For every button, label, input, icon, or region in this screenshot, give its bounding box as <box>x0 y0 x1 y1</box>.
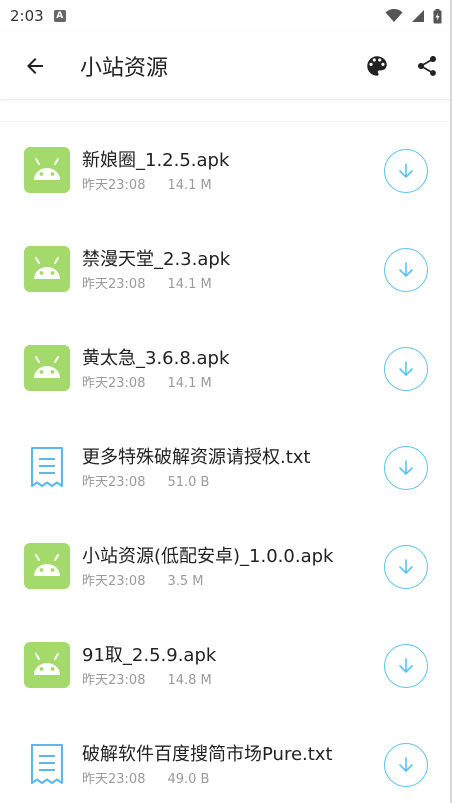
file-time: 昨天23:08 <box>82 376 146 391</box>
app-bar: 小站资源 <box>0 32 452 100</box>
wifi-icon <box>385 9 403 22</box>
text-file-icon <box>24 741 70 787</box>
download-arrow-icon <box>399 163 413 178</box>
download-button[interactable] <box>384 446 428 490</box>
download-button[interactable] <box>384 545 428 589</box>
file-meta: 昨天23:08 14.1 M <box>82 174 212 193</box>
file-time: 昨天23:08 <box>82 178 146 193</box>
download-arrow-icon <box>399 757 413 772</box>
download-button[interactable] <box>384 149 428 193</box>
file-name: 破解软件百度搜简市场Pure.txt <box>82 744 333 765</box>
download-button[interactable] <box>384 347 428 391</box>
file-size: 14.1 M <box>167 376 212 391</box>
file-size: 14.8 M <box>167 673 212 688</box>
download-button[interactable] <box>384 248 428 292</box>
download-arrow-icon <box>399 658 413 673</box>
page-title: 小站资源 <box>80 55 169 81</box>
file-meta: 昨天23:08 49.0 B <box>82 768 209 787</box>
list-item[interactable]: 禁漫天堂_2.3.apk 昨天23:08 14.1 M <box>0 221 452 320</box>
file-name: 91取_2.5.9.apk <box>82 645 217 666</box>
download-arrow-icon <box>399 460 413 475</box>
file-size: 51.0 B <box>167 475 210 490</box>
file-time: 昨天23:08 <box>82 277 146 292</box>
share-icon <box>418 55 436 76</box>
back-button[interactable] <box>0 32 70 100</box>
app-bar-actions <box>352 32 452 100</box>
theme-button[interactable] <box>352 32 402 100</box>
file-meta: 昨天23:08 51.0 B <box>82 471 209 490</box>
file-size: 49.0 B <box>167 772 210 787</box>
share-button[interactable] <box>402 32 452 100</box>
download-button[interactable] <box>384 644 428 688</box>
file-time: 昨天23:08 <box>82 772 146 787</box>
android-icon <box>24 543 70 589</box>
list-item[interactable]: 新娘圈_1.2.5.apk 昨天23:08 14.1 M <box>0 122 452 221</box>
file-name: 新娘圈_1.2.5.apk <box>82 150 230 171</box>
list-item[interactable]: 更多特殊破解资源请授权.txt 昨天23:08 51.0 B <box>0 419 452 518</box>
file-meta: 昨天23:08 14.1 M <box>82 372 212 391</box>
signal-icon <box>412 10 424 22</box>
file-meta: 昨天23:08 14.1 M <box>82 273 212 292</box>
file-size: 14.1 M <box>167 178 212 193</box>
download-arrow-icon <box>399 262 413 277</box>
arrow-left-icon <box>27 57 43 74</box>
file-time: 昨天23:08 <box>82 574 146 589</box>
list-item[interactable]: 小站资源(低配安卓)_1.0.0.apk 昨天23:08 3.5 M <box>0 518 452 617</box>
file-meta: 昨天23:08 14.8 M <box>82 669 212 688</box>
list-item[interactable]: 91取_2.5.9.apk 昨天23:08 14.8 M <box>0 617 452 716</box>
status-bar: 2:03 A <box>0 0 452 32</box>
download-arrow-icon <box>399 361 413 376</box>
download-button[interactable] <box>384 743 428 787</box>
download-arrow-icon <box>399 559 413 574</box>
android-icon <box>24 147 70 193</box>
file-meta: 昨天23:08 3.5 M <box>82 570 204 589</box>
status-time: 2:03 <box>10 7 44 25</box>
android-icon <box>24 246 70 292</box>
file-size: 3.5 M <box>167 574 204 589</box>
file-name: 小站资源(低配安卓)_1.0.0.apk <box>82 546 334 567</box>
android-icon <box>24 642 70 688</box>
palette-icon <box>367 55 387 76</box>
file-time: 昨天23:08 <box>82 673 146 688</box>
notification-badge-icon: A <box>53 10 66 22</box>
list-item[interactable]: 破解软件百度搜简市场Pure.txt 昨天23:08 49.0 B <box>0 716 452 803</box>
status-icons <box>385 8 442 24</box>
android-icon <box>24 345 70 391</box>
file-time: 昨天23:08 <box>82 475 146 490</box>
text-file-icon <box>24 444 70 490</box>
battery-icon <box>433 8 442 23</box>
file-name: 禁漫天堂_2.3.apk <box>82 249 231 270</box>
file-list: 新娘圈_1.2.5.apk 昨天23:08 14.1 M 禁漫天堂_2.3.apk… <box>0 121 452 803</box>
list-item[interactable]: 黄太急_3.6.8.apk 昨天23:08 14.1 M <box>0 320 452 419</box>
file-name: 黄太急_3.6.8.apk <box>82 348 230 369</box>
file-size: 14.1 M <box>167 277 212 292</box>
file-name: 更多特殊破解资源请授权.txt <box>82 447 311 468</box>
